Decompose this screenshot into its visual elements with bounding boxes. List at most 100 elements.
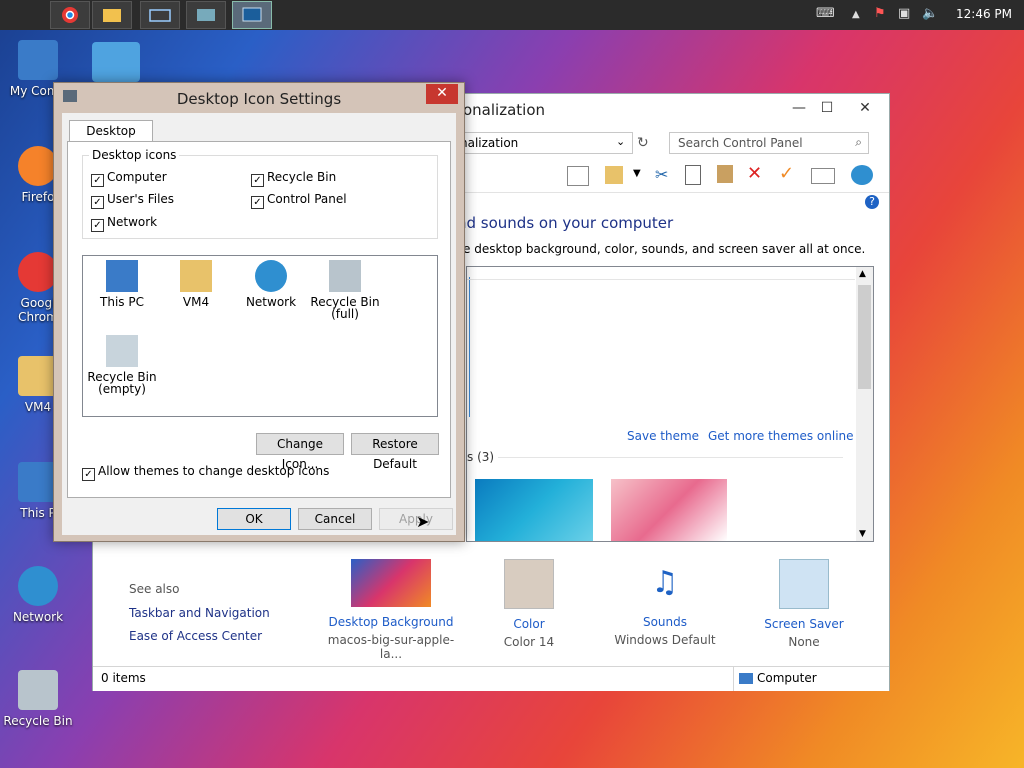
action-center-icon[interactable]: ⚑ <box>874 6 886 21</box>
chevron-up-icon[interactable]: ▲ <box>859 269 866 279</box>
checkmark-icon[interactable]: ✓ <box>779 163 794 184</box>
globe-icon[interactable] <box>851 165 873 185</box>
chrome-icon <box>62 7 78 23</box>
network-icon <box>255 260 287 292</box>
group-label: s (3) <box>467 450 499 464</box>
help-icon[interactable]: ? <box>865 195 879 209</box>
icon-item-vm4[interactable]: VM4 <box>159 260 233 308</box>
save-theme-link[interactable]: Save theme <box>627 429 699 443</box>
get-more-themes-link[interactable]: Get more themes online <box>708 429 854 443</box>
cut-icon[interactable]: ✂ <box>655 165 668 184</box>
mouse-cursor: ➤ <box>416 512 430 531</box>
computer-icon <box>739 673 753 684</box>
window-title: onalization <box>463 101 546 119</box>
copy-icon[interactable] <box>685 165 701 185</box>
delete-icon[interactable]: ✕ <box>747 163 762 184</box>
maximize-button[interactable]: ☐ <box>813 98 841 118</box>
theme-thumbnail[interactable] <box>475 479 593 541</box>
dialog-close-button[interactable]: ✕ <box>426 84 458 104</box>
theme-thumbnail[interactable] <box>611 479 727 541</box>
computer-icon <box>106 260 138 292</box>
folder-icon <box>103 9 121 22</box>
desktop-icon-network[interactable]: Network <box>0 566 76 624</box>
chrome-icon <box>18 252 58 292</box>
scroll-thumb[interactable] <box>858 285 871 389</box>
taskbar-remote-button[interactable] <box>186 1 226 29</box>
taskbar-chrome-button[interactable] <box>50 1 90 29</box>
tab-desktop-icons[interactable]: Desktop Icons <box>69 120 153 158</box>
folder-user-icon <box>18 356 58 396</box>
users-files-checkbox[interactable]: ✓ User's Files <box>91 192 174 209</box>
taskbar: ⌨ ▲ ⚑ ▣ 🔈 12:46 PM <box>0 0 1024 30</box>
recycle-bin-icon <box>18 670 58 710</box>
allow-themes-checkbox[interactable]: ✓ Allow themes to change desktop icons <box>82 464 329 481</box>
checkbox-box: ✓ <box>91 174 104 187</box>
firefox-icon <box>18 146 58 186</box>
chevron-up-icon[interactable]: ▲ <box>852 9 860 20</box>
item-count: 0 items <box>101 671 146 685</box>
cancel-button[interactable]: Cancel <box>298 508 372 530</box>
group-label: Desktop icons <box>89 148 180 162</box>
icon-list[interactable]: This PC VM4 Network Recycle Bin (full) R… <box>82 255 438 417</box>
network-icon <box>18 566 58 606</box>
search-icon: ⌕ <box>855 135 862 149</box>
display-settings-icon <box>242 7 262 22</box>
recycle-bin-full-icon <box>329 260 361 292</box>
screen-saver-item[interactable]: Screen Saver None <box>734 559 874 649</box>
recycle-bin-checkbox[interactable]: ✓ Recycle Bin <box>251 170 336 187</box>
keyboard-layout-icon[interactable]: ⌨ <box>816 6 835 21</box>
taskbar-navigation-link[interactable]: Taskbar and Navigation <box>129 606 270 620</box>
search-input[interactable]: Search Control Panel ⌕ <box>669 132 869 154</box>
selected-theme-edge <box>467 277 470 417</box>
computer-checkbox[interactable]: ✓ Computer <box>91 170 167 187</box>
change-icon-button[interactable]: Change Icon... <box>256 433 344 471</box>
clock[interactable]: 12:46 PM <box>956 7 1012 21</box>
computer-icon <box>18 40 58 80</box>
tab-panel: Desktop icons ✓ Computer ✓ Recycle Bin ✓ Us… <box>67 141 451 498</box>
status-divider <box>733 667 734 691</box>
taskbar-keyboard-button[interactable] <box>140 1 180 29</box>
desktop-icon-settings-dialog: Desktop Icon Settings ✕ Desktop Icons De… <box>53 82 465 542</box>
folder-icon[interactable] <box>605 166 623 184</box>
paste-icon[interactable] <box>717 165 733 183</box>
computer-icon <box>18 462 58 502</box>
chevron-down-icon[interactable]: ▼ <box>859 529 866 539</box>
chevron-down-icon[interactable]: ⌄ <box>616 135 625 148</box>
taskbar-personalization-button[interactable] <box>232 1 272 29</box>
control-panel-checkbox[interactable]: ✓ Control Panel <box>251 192 347 209</box>
separator <box>467 279 855 280</box>
scrollbar[interactable]: ▲ ▼ <box>856 267 873 541</box>
checkbox-box: ✓ <box>82 468 95 481</box>
taskbar-explorer-button[interactable] <box>92 1 132 29</box>
refresh-icon[interactable]: ↻ <box>637 135 649 151</box>
close-button[interactable]: ✕ <box>845 98 885 118</box>
checkbox-box: ✓ <box>251 174 264 187</box>
page-subheading: e desktop background, color, sounds, and… <box>463 242 866 256</box>
sounds-item[interactable]: ♫ Sounds Windows Default <box>595 559 735 647</box>
restore-default-button[interactable]: Restore Default <box>351 433 439 471</box>
desktop-icon-recycle-bin[interactable]: Recycle Bin <box>0 670 76 728</box>
icon-item-this-pc[interactable]: This PC <box>85 260 159 308</box>
network-tray-icon[interactable]: ▣ <box>898 6 910 21</box>
ease-of-access-link[interactable]: Ease of Access Center <box>129 629 262 643</box>
themes-list[interactable]: Save theme Get more themes online s (3) … <box>466 266 874 542</box>
desktop-settings-icon[interactable] <box>92 42 140 82</box>
desktop-icons-group: Desktop icons ✓ Computer ✓ Recycle Bin ✓ Us… <box>82 148 438 239</box>
folder-user-icon <box>180 260 212 292</box>
icon-item-recycle-bin-empty[interactable]: Recycle Bin (empty) <box>85 335 159 395</box>
chevron-down-icon[interactable]: ▼ <box>633 168 641 179</box>
volume-muted-icon[interactable]: 🔈 <box>922 6 938 21</box>
properties-icon[interactable] <box>811 168 835 184</box>
page-heading: nd sounds on your computer <box>457 214 674 232</box>
minimize-button[interactable]: — <box>785 98 813 118</box>
screen-saver-icon <box>779 559 829 609</box>
network-checkbox[interactable]: ✓ Network <box>91 215 157 232</box>
desktop-background-item[interactable]: Desktop Background macos-big-sur-apple-l… <box>321 559 461 661</box>
dialog-title-bar[interactable]: Desktop Icon Settings ✕ <box>54 83 464 111</box>
color-item[interactable]: Color Color 14 <box>459 559 599 649</box>
sounds-icon: ♫ <box>641 559 689 607</box>
icon-item-network[interactable]: Network <box>234 260 308 308</box>
layout-icon[interactable] <box>567 166 589 186</box>
icon-item-recycle-bin-full[interactable]: Recycle Bin (full) <box>308 260 382 320</box>
ok-button[interactable]: OK <box>217 508 291 530</box>
